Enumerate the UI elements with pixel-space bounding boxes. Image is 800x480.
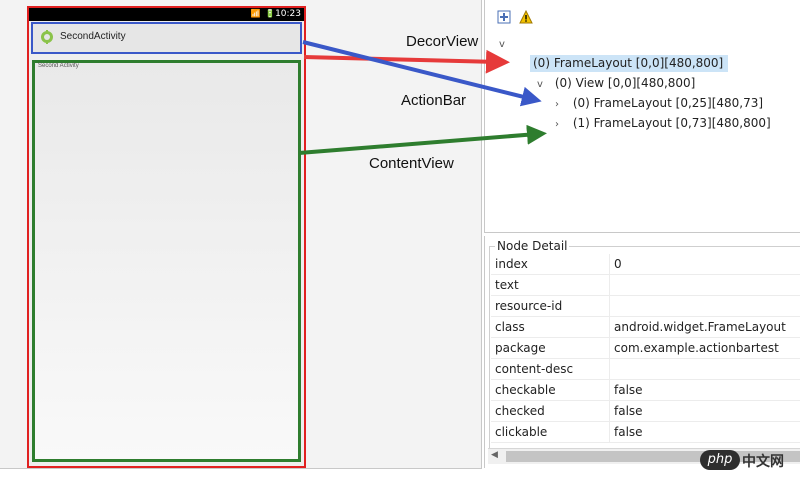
php-logo: php — [700, 450, 740, 470]
prop-value — [609, 274, 800, 296]
content-view[interactable]: Second Activity — [32, 60, 301, 462]
prop-key: clickable — [491, 421, 610, 443]
tree-row-actionbar-frame[interactable]: › (0) FrameLayout [0,25][480,73] — [555, 96, 763, 110]
table-row[interactable]: index 0 — [491, 254, 800, 275]
tree-row-label: (1) FrameLayout [0,73][480,800] — [572, 116, 771, 130]
table-row[interactable]: checkable false — [491, 379, 800, 401]
scroll-left-icon[interactable]: ◀ — [491, 450, 498, 460]
prop-value: false — [609, 421, 800, 443]
tree-root-chevron[interactable]: v — [499, 36, 513, 50]
prop-value: false — [609, 379, 800, 401]
table-row[interactable]: package com.example.actionbartest — [491, 337, 800, 359]
device-screen[interactable]: 📶 🔋 10:23 SecondActivity Second Activity — [27, 6, 306, 468]
actionbar-title: SecondActivity — [60, 31, 126, 42]
chevron-down-icon: v — [537, 79, 543, 90]
node-detail-table: index 0 text resource-id class android.wid… — [491, 254, 800, 443]
tree-row-label: (0) View [0,0][480,800] — [554, 76, 696, 90]
prop-key: checkable — [491, 379, 610, 401]
watermark-text: 中文网 — [742, 454, 784, 470]
warning-icon[interactable] — [519, 10, 533, 24]
prop-value: android.widget.FrameLayout — [609, 316, 800, 338]
table-row[interactable]: clickable false — [491, 421, 800, 443]
node-detail-legend: Node Detail — [495, 239, 570, 253]
tree-row-decorview[interactable]: (0) FrameLayout [0,0][480,800] — [530, 55, 729, 72]
actionbar-label: ActionBar — [401, 92, 467, 109]
table-row[interactable]: text — [491, 274, 800, 296]
table-row[interactable]: resource-id — [491, 295, 800, 317]
php-cn-watermark: php 中文网 — [700, 450, 792, 470]
expand-all-icon[interactable] — [497, 10, 511, 24]
hierarchy-panel: v (0) FrameLayout [0,0][480,800] v (0) V… — [484, 0, 800, 233]
table-row[interactable]: class android.widget.FrameLayout — [491, 316, 800, 338]
status-bar: 📶 🔋 10:23 — [29, 8, 304, 21]
decorview-label: DecorView — [406, 33, 479, 50]
prop-key: checked — [491, 400, 610, 422]
device-preview-pane: 📶 🔋 10:23 SecondActivity Second Activity — [0, 0, 482, 469]
prop-value: 0 — [609, 254, 800, 275]
prop-key: index — [491, 254, 610, 275]
chevron-right-icon: › — [555, 119, 559, 130]
content-text: Second Activity — [38, 63, 79, 69]
actionbar[interactable]: SecondActivity — [31, 22, 302, 54]
chevron-right-icon: › — [555, 99, 559, 110]
table-row[interactable]: content-desc — [491, 358, 800, 380]
prop-key: class — [491, 316, 610, 338]
tree-row-label: (0) FrameLayout [0,25][480,73] — [572, 96, 764, 110]
node-detail-panel: Node Detail index 0 text resource-id clas… — [484, 236, 800, 468]
prop-value: false — [609, 400, 800, 422]
status-time: 10:23 — [275, 9, 301, 19]
table-row[interactable]: checked false — [491, 400, 800, 422]
prop-key: content-desc — [491, 358, 610, 380]
android-app-icon — [41, 30, 53, 44]
status-icons: 📶 🔋 — [250, 9, 276, 18]
prop-key: package — [491, 337, 610, 359]
prop-value — [609, 358, 800, 380]
prop-key: text — [491, 274, 610, 296]
tree-row-view[interactable]: v (0) View [0,0][480,800] — [537, 76, 695, 90]
chevron-down-icon: v — [499, 39, 505, 50]
tree-row-content-frame[interactable]: › (1) FrameLayout [0,73][480,800] — [555, 116, 771, 130]
tree-row-label: (0) FrameLayout [0,0][480,800] — [533, 56, 724, 70]
prop-value: com.example.actionbartest — [609, 337, 800, 359]
contentview-label: ContentView — [369, 155, 454, 172]
prop-value — [609, 295, 800, 317]
prop-key: resource-id — [491, 295, 610, 317]
